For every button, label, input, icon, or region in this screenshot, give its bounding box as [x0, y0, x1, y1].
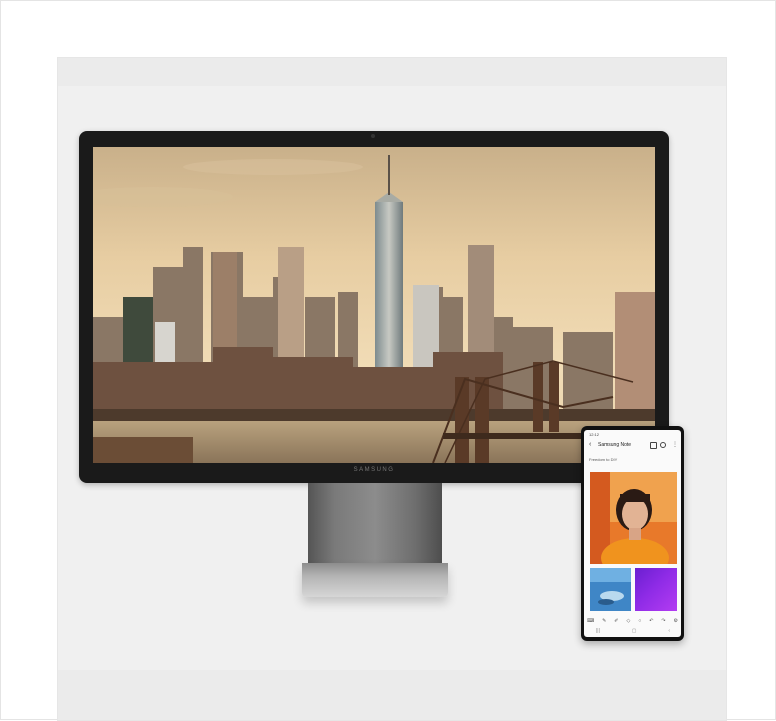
note-title: Freedom to DIY: [589, 457, 618, 462]
nav-back-icon[interactable]: ‹: [668, 628, 670, 634]
status-time: 12:12: [589, 432, 600, 437]
ocean-photo: [590, 568, 631, 611]
stage-top-band: [58, 58, 726, 86]
recents-icon[interactable]: |||: [596, 628, 600, 634]
stage-bottom-band: [58, 670, 726, 720]
search-icon[interactable]: [660, 442, 666, 448]
keyboard-icon[interactable]: ⌨: [587, 618, 594, 624]
monitor-stand-neck: [308, 483, 442, 565]
portrait-photo: [590, 472, 677, 564]
phone-app-bar: ‹ Samsung Note ⋮: [584, 440, 681, 452]
eraser-icon[interactable]: ◇: [626, 618, 630, 624]
undo-icon[interactable]: ↶: [649, 618, 653, 624]
webcam-dot: [371, 134, 375, 138]
pen-icon[interactable]: ✎: [602, 618, 606, 624]
pdf-icon[interactable]: [650, 442, 657, 449]
redo-icon[interactable]: ↷: [661, 618, 665, 624]
note-toolbar: ⌨ ✎ ✐ ◇ ○ ↶ ↷ ⚙: [587, 617, 678, 625]
brush-icon[interactable]: ✐: [614, 618, 618, 624]
home-icon[interactable]: ▢: [632, 628, 637, 634]
purple-swatch-photo: [635, 568, 677, 611]
monitor-stand-base: [302, 563, 448, 597]
monitor-screen: [93, 147, 655, 463]
app-title: Samsung Note: [598, 442, 632, 448]
lasso-icon[interactable]: ○: [638, 618, 641, 624]
phone-nav-bar: ||| ▢ ‹: [596, 628, 670, 634]
back-arrow-icon[interactable]: ‹: [589, 441, 591, 449]
more-icon[interactable]: ⋮: [672, 441, 678, 449]
city-skyline-image: [93, 147, 655, 463]
smartphone: 12:12 ‹ Samsung Note ⋮ Freedom to DIY ⌨ …: [581, 426, 684, 641]
phone-screen: 12:12 ‹ Samsung Note ⋮ Freedom to DIY ⌨ …: [584, 430, 681, 637]
settings-icon[interactable]: ⚙: [673, 618, 677, 624]
